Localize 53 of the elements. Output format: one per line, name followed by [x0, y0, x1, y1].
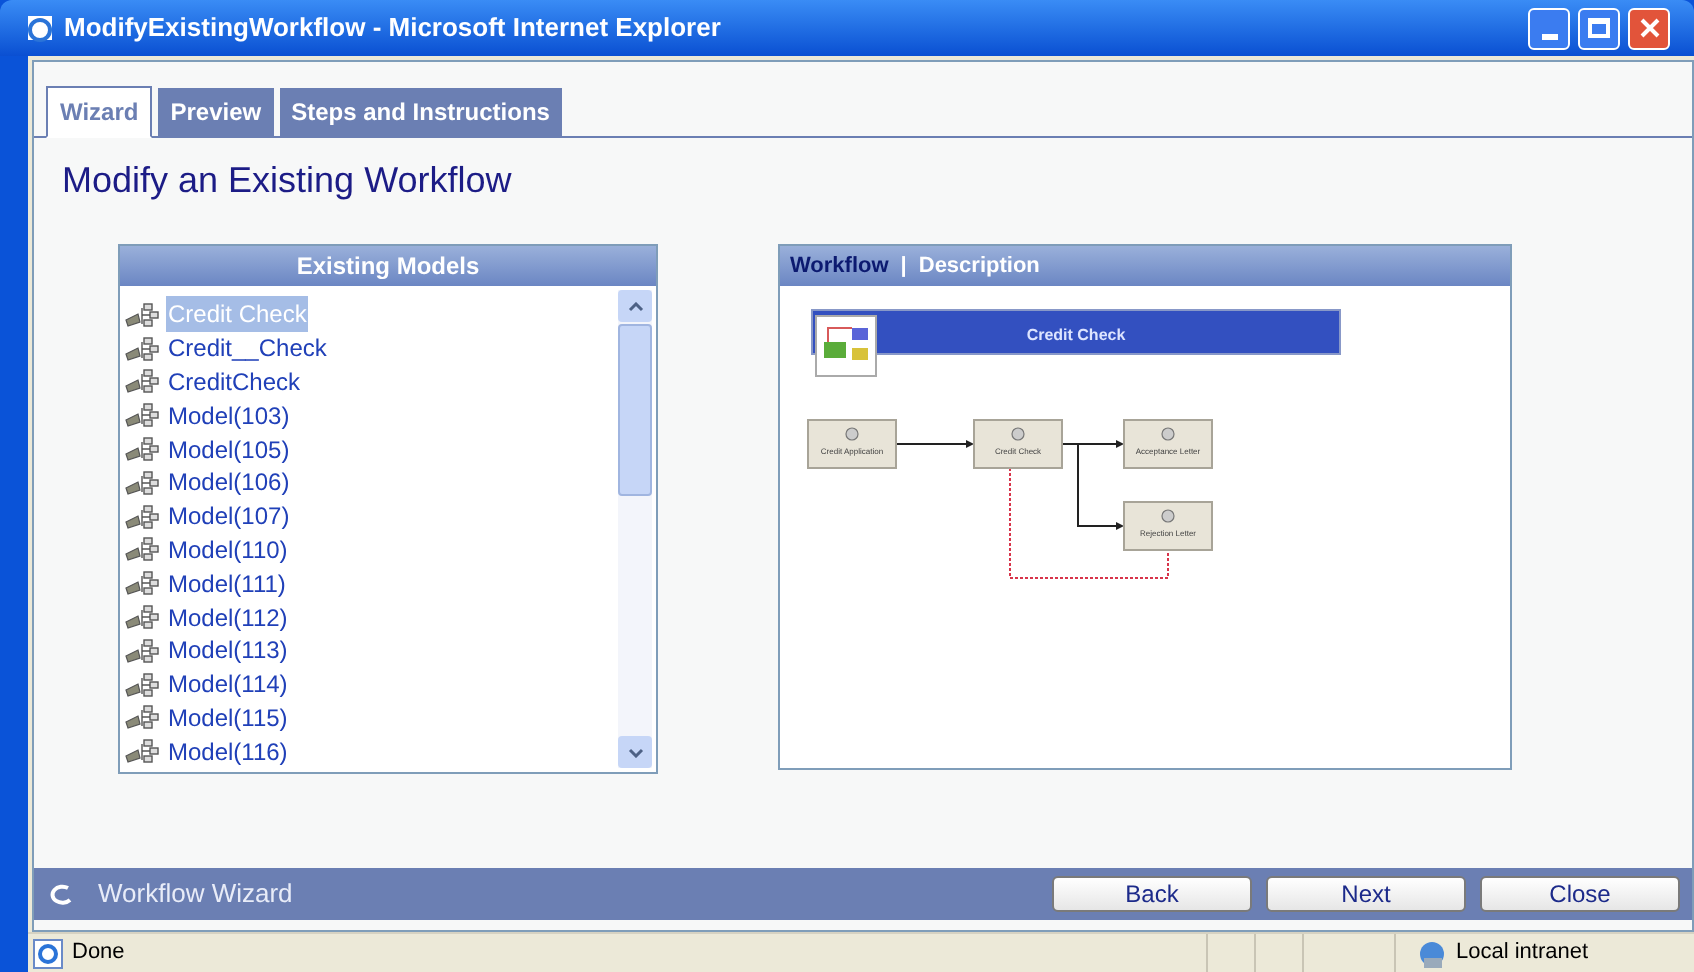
diagram-title-bar: Credit Check [811, 309, 1341, 355]
model-item[interactable]: CreditCheck [166, 364, 303, 400]
window-title: ModifyExistingWorkflow - Microsoft Internet Explorer [64, 10, 723, 47]
minimize-button[interactable] [1528, 7, 1570, 49]
model-item[interactable]: Credit__Check [166, 330, 329, 367]
model-icon [124, 402, 160, 429]
model-item[interactable]: Model(103) [166, 397, 292, 434]
model-icon [124, 335, 160, 362]
model-item[interactable]: Model(112) [166, 599, 290, 636]
close-icon [1639, 18, 1659, 38]
panel-header: Existing Models [120, 246, 656, 286]
tab-separator: | [900, 251, 907, 282]
model-item[interactable]: Model(105) [166, 431, 292, 468]
browser-icon [32, 937, 64, 969]
model-icon [124, 570, 160, 597]
maximize-button[interactable] [1578, 7, 1620, 49]
wizard-logo-icon [46, 882, 74, 906]
model-icon [124, 301, 160, 328]
model-item[interactable]: Model(110) [166, 531, 290, 568]
tab[interactable]: Steps and Instructions [279, 88, 562, 136]
model-item[interactable]: Model(107) [166, 498, 292, 535]
model-icon [124, 738, 160, 765]
model-icon [124, 469, 160, 496]
model-item[interactable]: Model(113) [166, 632, 290, 669]
browser-icon [24, 12, 56, 44]
model-item[interactable]: Model(115) [166, 699, 290, 736]
scrollbar[interactable] [618, 290, 652, 768]
tab[interactable]: Preview [158, 88, 274, 136]
zone-text: Local intranet [1456, 938, 1589, 969]
model-icon [124, 637, 160, 664]
model-icon [124, 671, 160, 698]
model-item[interactable]: Model(106) [166, 464, 292, 501]
model-icon [124, 536, 160, 563]
close-button[interactable] [1628, 7, 1670, 49]
model-icon [124, 368, 160, 395]
tab[interactable]: Wizard [46, 86, 153, 138]
model-icon [124, 436, 160, 463]
footer-title: Workflow Wizard [98, 876, 295, 913]
status-text: Done [72, 938, 127, 969]
footer-button[interactable]: Close [1480, 876, 1680, 912]
footer-button[interactable]: Back [1052, 876, 1252, 912]
page-heading: Modify an Existing Workflow [62, 158, 514, 204]
globe-icon [1416, 937, 1448, 969]
model-icon [124, 604, 160, 631]
footer-button[interactable]: Next [1266, 876, 1466, 912]
model-icon [124, 503, 160, 530]
workflow-icon [815, 315, 877, 377]
model-item[interactable]: Model(114) [166, 666, 290, 703]
connector-arrow [895, 440, 974, 448]
model-icon [124, 704, 160, 731]
tab[interactable]: Workflow [790, 249, 889, 283]
model-item[interactable]: Model(111) [166, 565, 288, 602]
model-item[interactable]: Model(116) [166, 733, 290, 770]
